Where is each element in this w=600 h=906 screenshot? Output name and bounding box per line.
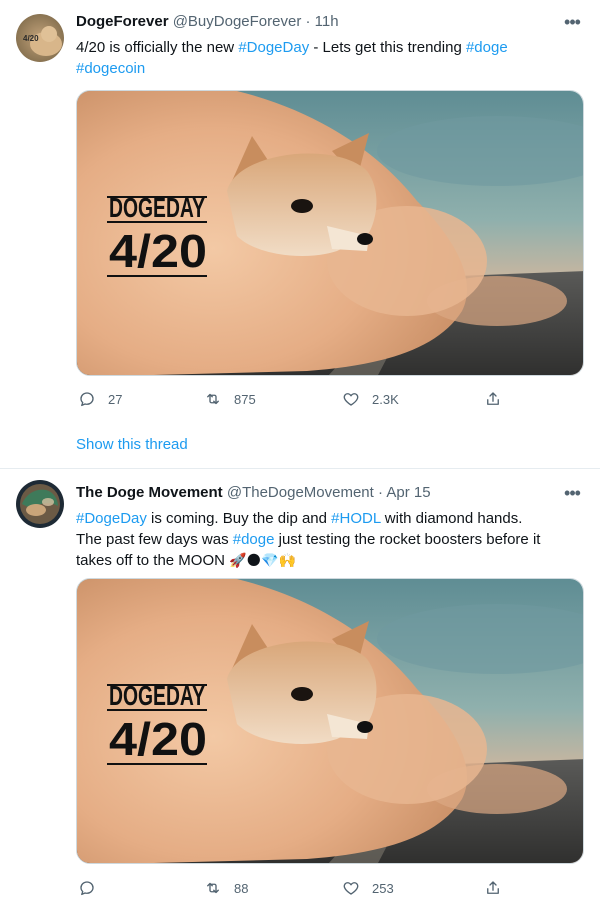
tweet-actions: 27 875 2.3K xyxy=(76,388,576,410)
handle[interactable]: @BuyDogeForever xyxy=(173,13,302,30)
text-segment: with diamond hands. xyxy=(380,510,523,527)
text-segment: 4/20 is officially the new xyxy=(76,39,239,56)
hashtag-link[interactable]: #DogeDay xyxy=(76,510,147,527)
hashtag-link[interactable]: #doge xyxy=(233,531,275,548)
hashtag-link[interactable]: #dogecoin xyxy=(76,60,145,77)
tweet-card[interactable]: The Doge Movement @TheDogeMovement · Apr… xyxy=(0,469,600,906)
text-segment: - Lets get this trending xyxy=(309,39,466,56)
tweet-media-image[interactable]: DOGEDAY 4/20 xyxy=(76,578,584,864)
text-segment: is coming. Buy the dip and xyxy=(146,510,332,527)
tweet-media-image[interactable]: DOGEDAY 4/20 xyxy=(76,90,584,376)
retweet-button[interactable]: 875 xyxy=(204,388,256,410)
tweet-header: The Doge Movement @TheDogeMovement · Apr… xyxy=(76,483,548,503)
image-caption-line2: 4/20 xyxy=(109,225,207,277)
retweet-count: 88 xyxy=(234,880,249,896)
reply-button[interactable] xyxy=(78,877,108,899)
like-button[interactable]: 2.3K xyxy=(342,388,399,410)
hashtag-link[interactable]: #DogeDay xyxy=(238,39,309,56)
retweet-arrows-icon xyxy=(207,393,219,405)
retweet-arrows-icon xyxy=(207,882,219,894)
like-count: 253 xyxy=(372,880,394,896)
like-count: 2.3K xyxy=(372,391,399,407)
image-caption-line1: DOGEDAY xyxy=(109,192,205,223)
display-name[interactable]: The Doge Movement xyxy=(76,484,223,501)
tweet-header: DogeForever @BuyDogeForever · 11h xyxy=(76,12,548,32)
reply-bubble-icon xyxy=(80,881,94,896)
heart-icon xyxy=(343,882,359,895)
share-button[interactable] xyxy=(484,388,502,410)
timestamp[interactable]: 11h xyxy=(315,13,339,30)
share-upload-icon xyxy=(487,881,499,894)
show-thread-link[interactable]: Show this thread xyxy=(76,436,188,453)
tweet-text: 4/20 is officially the new #DogeDay - Le… xyxy=(76,38,576,79)
image-caption-line1: DOGEDAY xyxy=(109,680,205,711)
reply-bubble-icon xyxy=(80,392,94,407)
more-options-icon[interactable]: ••• xyxy=(562,13,582,36)
handle[interactable]: @TheDogeMovement xyxy=(227,484,374,501)
separator: · xyxy=(378,484,383,501)
tweet-card[interactable]: 4/20 DogeForever @BuyDogeForever · 11h •… xyxy=(0,0,600,469)
hashtag-link[interactable]: #HODL xyxy=(331,510,380,527)
reply-count: 27 xyxy=(108,391,123,407)
display-name[interactable]: DogeForever xyxy=(76,13,169,30)
hashtag-link[interactable]: #doge xyxy=(466,39,508,56)
retweet-count: 875 xyxy=(234,391,256,407)
timestamp[interactable]: Apr 15 xyxy=(386,484,430,501)
separator: · xyxy=(305,13,311,30)
avatar[interactable] xyxy=(16,480,64,528)
avatar-label: 4/20 xyxy=(23,34,39,43)
heart-icon xyxy=(343,393,359,406)
retweet-button[interactable]: 88 xyxy=(204,877,248,899)
reply-button[interactable]: 27 xyxy=(78,388,122,410)
more-options-icon[interactable]: ••• xyxy=(562,484,582,507)
image-caption-line2: 4/20 xyxy=(109,713,207,765)
share-button[interactable] xyxy=(484,877,502,899)
text-segment: The past few days was xyxy=(76,530,233,548)
avatar[interactable]: 4/20 xyxy=(16,14,64,62)
share-upload-icon xyxy=(487,392,499,405)
like-button[interactable]: 253 xyxy=(342,877,394,899)
emoji-group: 🚀🌑💎🙌 xyxy=(229,552,297,568)
tweet-actions: 88 253 xyxy=(76,877,576,899)
tweet-text: #DogeDay is coming. Buy the dip and #HOD… xyxy=(76,509,576,572)
